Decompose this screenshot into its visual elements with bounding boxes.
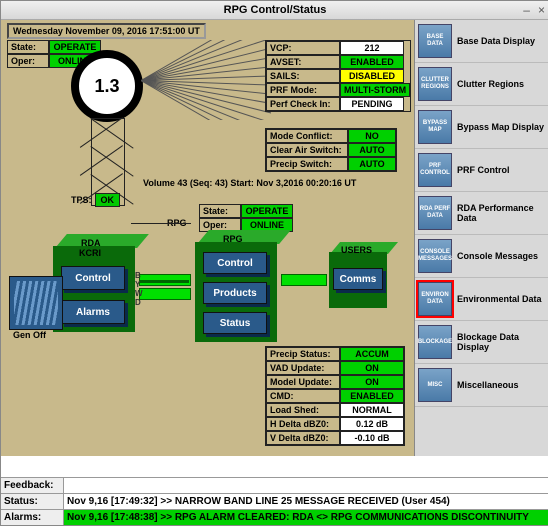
mode-table: Mode Conflict:NOClear Air Switch:AUTOPre… bbox=[265, 128, 397, 172]
rda-oper-label: Oper: bbox=[7, 54, 49, 68]
precip-val-3: ENABLED bbox=[340, 389, 404, 403]
precip-key-0: Precip Status: bbox=[266, 347, 340, 361]
alarms-value: Nov 9,16 [17:48:38] >> RPG ALARM CLEARED… bbox=[64, 510, 548, 525]
sidebar-item-blockage[interactable]: BLOCKAGEBlockage Data Display bbox=[415, 321, 548, 364]
precip-val-6: -0.10 dB bbox=[340, 431, 404, 445]
sidebar-item-clutter-regions[interactable]: CLUTTER REGIONS Clutter Regions bbox=[415, 63, 548, 106]
precip-table: Precip Status:ACCUMVAD Update:ONModel Up… bbox=[265, 346, 405, 446]
sidebar-label-base-data: Base Data Display bbox=[457, 36, 546, 46]
sidebar-item-bypass-map[interactable]: BYPASS MAP Bypass Map Display bbox=[415, 106, 548, 149]
precip-key-4: Load Shed: bbox=[266, 403, 340, 417]
vcp-table: VCP:212AVSET:ENABLEDSAILS:DISABLEDPRF Mo… bbox=[265, 40, 411, 112]
sidebar-label-rda-perf: RDA Performance Data bbox=[457, 203, 546, 223]
precip-key-3: CMD: bbox=[266, 389, 340, 403]
tps-status: TPS: OK bbox=[71, 193, 120, 207]
vcp-key-0: VCP: bbox=[266, 41, 340, 55]
rda-title: RDA bbox=[81, 238, 101, 248]
mode-key-0: Mode Conflict: bbox=[266, 129, 348, 143]
vcp-val-4: PENDING bbox=[340, 97, 404, 111]
rpg-users-link bbox=[281, 274, 327, 286]
precip-key-1: VAD Update: bbox=[266, 361, 340, 375]
rpg-control-button[interactable]: Control bbox=[203, 252, 267, 274]
status-bar: Feedback: Status: Nov 9,16 [17:49:32] >>… bbox=[1, 477, 548, 525]
feedback-value bbox=[64, 478, 548, 493]
vcp-val-3: MULTI-STORM bbox=[340, 83, 410, 97]
scan-rays bbox=[141, 40, 271, 120]
sidebar-item-prf-control[interactable]: PRF CONTROL PRF Control bbox=[415, 149, 548, 192]
sidebar-item-console-msgs[interactable]: CONSOLE MESSAGES Console Messages bbox=[415, 235, 548, 278]
precip-val-4: NORMAL bbox=[340, 403, 404, 417]
misc-icon: MISC bbox=[418, 368, 452, 402]
vcp-key-1: AVSET: bbox=[266, 55, 340, 69]
sidebar-label-blockage: Blockage Data Display bbox=[457, 332, 546, 352]
precip-val-5: 0.12 dB bbox=[340, 417, 404, 431]
rda-control-button[interactable]: Control bbox=[61, 266, 125, 290]
feedback-label: Feedback: bbox=[1, 478, 64, 493]
vcp-val-0: 212 bbox=[340, 41, 404, 55]
minimize-button[interactable]: – bbox=[523, 3, 530, 17]
mode-val-2: AUTO bbox=[348, 157, 396, 171]
bypass-map-icon: BYPASS MAP bbox=[418, 110, 452, 144]
clutter-regions-icon: CLUTTER REGIONS bbox=[418, 67, 452, 101]
env-data-icon: ENVIRON DATA bbox=[418, 282, 452, 316]
precip-key-5: H Delta dBZ0: bbox=[266, 417, 340, 431]
volume-info: Volume 43 (Seq: 43) Start: Nov 3,2016 00… bbox=[143, 178, 356, 188]
title-bar: RPG Control/Status – × bbox=[1, 1, 548, 20]
generator-panel[interactable] bbox=[9, 276, 63, 330]
sidebar-item-misc[interactable]: MISC Miscellaneous bbox=[415, 364, 548, 407]
sidebar-item-rda-perf[interactable]: RDA PERF DATARDA Performance Data bbox=[415, 192, 548, 235]
vcp-key-3: PRF Mode: bbox=[266, 83, 340, 97]
precip-val-0: ACCUM bbox=[340, 347, 404, 361]
precip-key-2: Model Update: bbox=[266, 375, 340, 389]
sidebar-label-bypass-map: Bypass Map Display bbox=[457, 122, 546, 132]
mode-key-1: Clear Air Switch: bbox=[266, 143, 348, 157]
rpg-products-button[interactable]: Products bbox=[203, 282, 267, 304]
rpg-state-value: OPERATE bbox=[241, 204, 293, 218]
tps-value: OK bbox=[95, 193, 121, 207]
close-button[interactable]: × bbox=[538, 3, 545, 17]
sidebar-label-env-data: Environmental Data bbox=[457, 294, 546, 304]
sidebar-item-base-data[interactable]: BASE DATA Base Data Display bbox=[415, 20, 548, 63]
rda-site: KCRI bbox=[79, 248, 101, 258]
radar-dish: 1.3 bbox=[71, 50, 143, 122]
vcp-val-2: DISABLED bbox=[340, 69, 404, 83]
vcp-val-1: ENABLED bbox=[340, 55, 404, 69]
rpg-status-button[interactable]: Status bbox=[203, 312, 267, 334]
sidebar-label-misc: Miscellaneous bbox=[457, 380, 546, 390]
precip-val-1: ON bbox=[340, 361, 404, 375]
elevation-value: 1.3 bbox=[94, 76, 119, 97]
sidebar-label-prf-control: PRF Control bbox=[457, 165, 546, 175]
status-value: Nov 9,16 [17:49:32] >> NARROW BAND LINE … bbox=[64, 494, 548, 509]
alarms-label: Alarms: bbox=[1, 510, 64, 525]
rpg-state-label: State: bbox=[199, 204, 241, 218]
precip-key-6: V Delta dBZ0: bbox=[266, 431, 340, 445]
mode-key-2: Precip Switch: bbox=[266, 157, 348, 171]
precip-val-2: ON bbox=[340, 375, 404, 389]
console-msgs-icon: CONSOLE MESSAGES bbox=[418, 239, 452, 273]
comms-button[interactable]: Comms bbox=[333, 268, 383, 290]
sidebar-label-console-msgs: Console Messages bbox=[457, 251, 546, 261]
prf-control-icon: PRF CONTROL bbox=[418, 153, 452, 187]
sidebar-label-clutter-regions: Clutter Regions bbox=[457, 79, 546, 89]
status-label: Status: bbox=[1, 494, 64, 509]
sidebar-item-env-data[interactable]: ENVIRON DATA Environmental Data bbox=[415, 278, 548, 321]
bywd-labels: BYWD bbox=[135, 271, 143, 307]
mode-val-1: AUTO bbox=[348, 143, 396, 157]
blockage-icon: BLOCKAGE bbox=[418, 325, 452, 359]
rda-state-label: State: bbox=[7, 40, 49, 54]
sidebar: BASE DATA Base Data Display CLUTTER REGION… bbox=[414, 20, 548, 456]
datetime-display: Wednesday November 09, 2016 17:51:00 UT bbox=[7, 23, 206, 39]
generator-label: Gen Off bbox=[13, 330, 46, 340]
window-title: RPG Control/Status bbox=[224, 4, 327, 16]
mode-val-0: NO bbox=[348, 129, 396, 143]
rpg-title: RPG bbox=[223, 234, 243, 244]
vcp-key-4: Perf Check In: bbox=[266, 97, 340, 111]
base-data-icon: BASE DATA bbox=[418, 24, 452, 58]
users-title: USERS bbox=[341, 245, 372, 255]
vcp-key-2: SAILS: bbox=[266, 69, 340, 83]
rda-alarms-button[interactable]: Alarms bbox=[61, 300, 125, 324]
rda-perf-icon: RDA PERF DATA bbox=[418, 196, 452, 230]
